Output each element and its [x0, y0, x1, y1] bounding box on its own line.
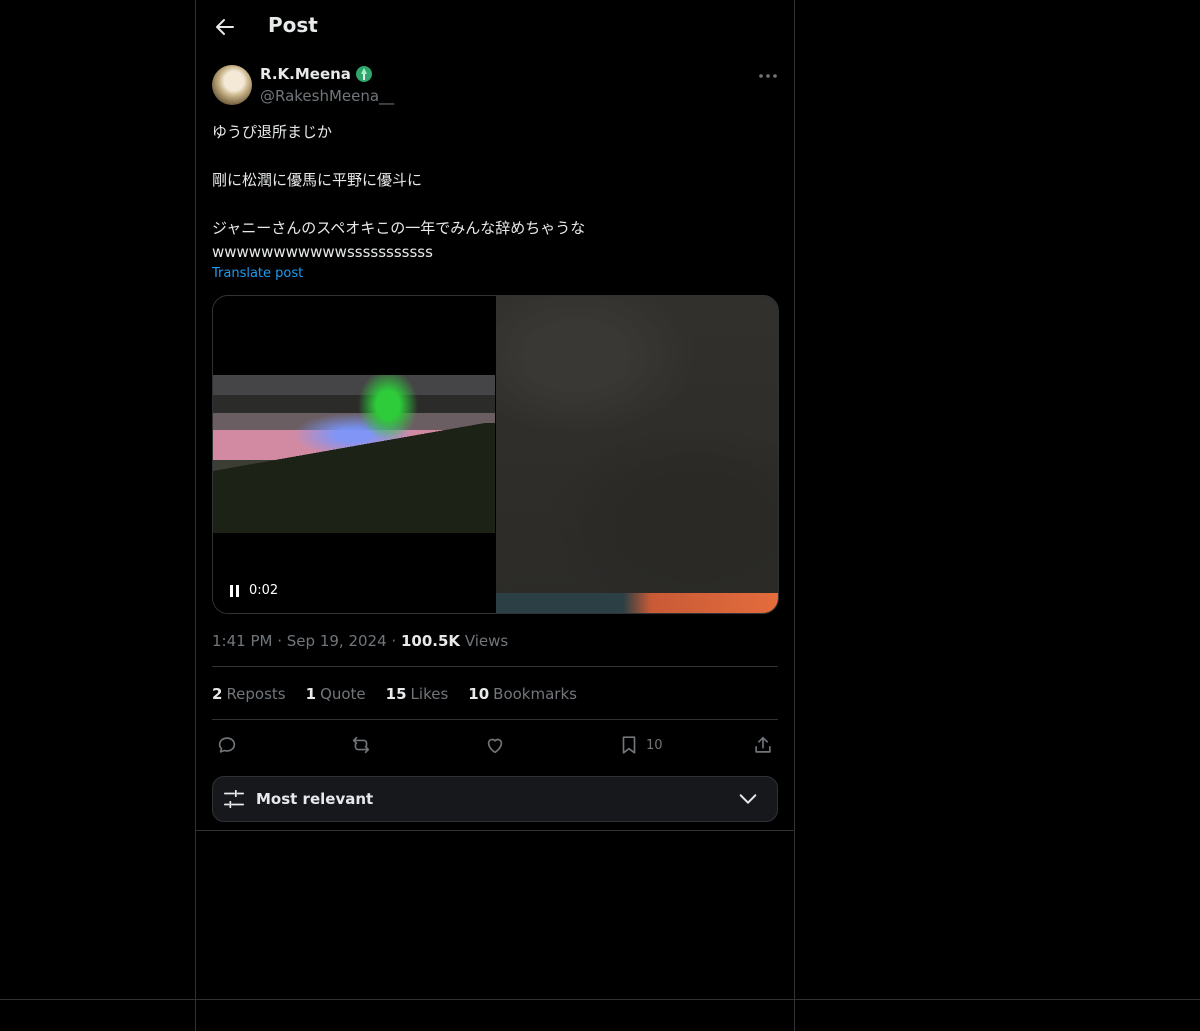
bookmark-icon: [622, 736, 636, 754]
post-text-line: 剛に松潤に優馬に平野に優斗に: [212, 171, 423, 189]
chevron-down-icon: [739, 794, 757, 804]
author-name[interactable]: R.K.Meena: [260, 65, 351, 83]
share-button[interactable]: [752, 733, 774, 757]
main-column: Post R.K.Meena @RakeshMeena__ ゆうぴ退所まじか 剛…: [195, 0, 795, 1031]
post-time[interactable]: 1:41 PM: [212, 632, 272, 650]
bookmark-button[interactable]: 10: [618, 733, 663, 757]
video-timestamp: 0:02: [249, 583, 279, 598]
arrow-left-icon[interactable]: [213, 15, 237, 39]
sliders-icon: [223, 789, 245, 809]
quotes-label: Quote: [320, 685, 366, 703]
bookmarks-count: 10: [468, 685, 490, 703]
sort-label: Most relevant: [256, 790, 374, 808]
repost-button[interactable]: [350, 733, 372, 757]
post-header: Post: [196, 0, 794, 54]
repost-icon: [352, 736, 370, 754]
post-text-line: wwwwwwwwwwwsssssssssss: [212, 243, 433, 261]
reposts-stat[interactable]: 2 Reposts: [212, 685, 286, 703]
video-strip: [496, 593, 778, 613]
post-text-line: ジャニーさんのスペオキこの一年でみんな辞めちゃうな: [212, 219, 586, 237]
video-frame-right: [496, 296, 778, 613]
reply-icon: [218, 737, 236, 753]
video-scene: [213, 375, 495, 533]
post-date[interactable]: Sep 19, 2024: [287, 632, 387, 650]
reposts-label: Reposts: [226, 685, 286, 703]
translate-post-link[interactable]: Translate post: [212, 266, 303, 281]
avatar[interactable]: [212, 65, 252, 105]
heart-icon: [487, 738, 503, 754]
video-player[interactable]: 0:02: [212, 295, 779, 614]
badge-emoji-icon: [355, 66, 372, 82]
post-meta: 1:41 PM · Sep 19, 2024 · 100.5K Views: [212, 632, 508, 650]
author-handle[interactable]: @RakeshMeena__: [260, 87, 394, 105]
reply-button[interactable]: [216, 733, 238, 757]
quotes-count: 1: [305, 685, 317, 703]
likes-stat[interactable]: 15 Likes: [386, 685, 449, 703]
views-count: 100.5K: [400, 632, 461, 650]
bookmarks-label: Bookmarks: [493, 685, 577, 703]
meta-separator: ·: [391, 632, 401, 650]
video-field: [213, 423, 495, 533]
bottom-divider: [0, 999, 1200, 1000]
meta-separator: ·: [277, 632, 287, 650]
quotes-stat[interactable]: 1 Quote: [306, 685, 366, 703]
engagement-stats: 2 Reposts 1 Quote 15 Likes 10 Bookmarks: [212, 685, 577, 703]
divider: [212, 719, 778, 720]
divider: [212, 666, 778, 667]
divider: [196, 830, 794, 831]
video-frame-left: [213, 296, 496, 613]
bookmarks-stat[interactable]: 10 Bookmarks: [468, 685, 577, 703]
views-label: Views: [464, 632, 509, 650]
likes-label: Likes: [410, 685, 449, 703]
likes-count: 15: [385, 685, 407, 703]
like-button[interactable]: [484, 733, 506, 757]
author-name-row: R.K.Meena: [260, 65, 373, 83]
bookmark-count: 10: [646, 737, 663, 753]
pause-icon[interactable]: [230, 585, 240, 597]
page-title: Post: [268, 13, 318, 37]
more-horizontal-icon[interactable]: [756, 64, 780, 88]
post-text-line: ゆうぴ退所まじか: [212, 123, 333, 141]
reply-sort-dropdown[interactable]: Most relevant: [212, 776, 778, 822]
post-text: ゆうぴ退所まじか 剛に松潤に優馬に平野に優斗に ジャニーさんのスペオキこの一年で…: [212, 120, 772, 264]
share-icon: [755, 736, 771, 753]
reposts-count: 2: [212, 685, 223, 703]
